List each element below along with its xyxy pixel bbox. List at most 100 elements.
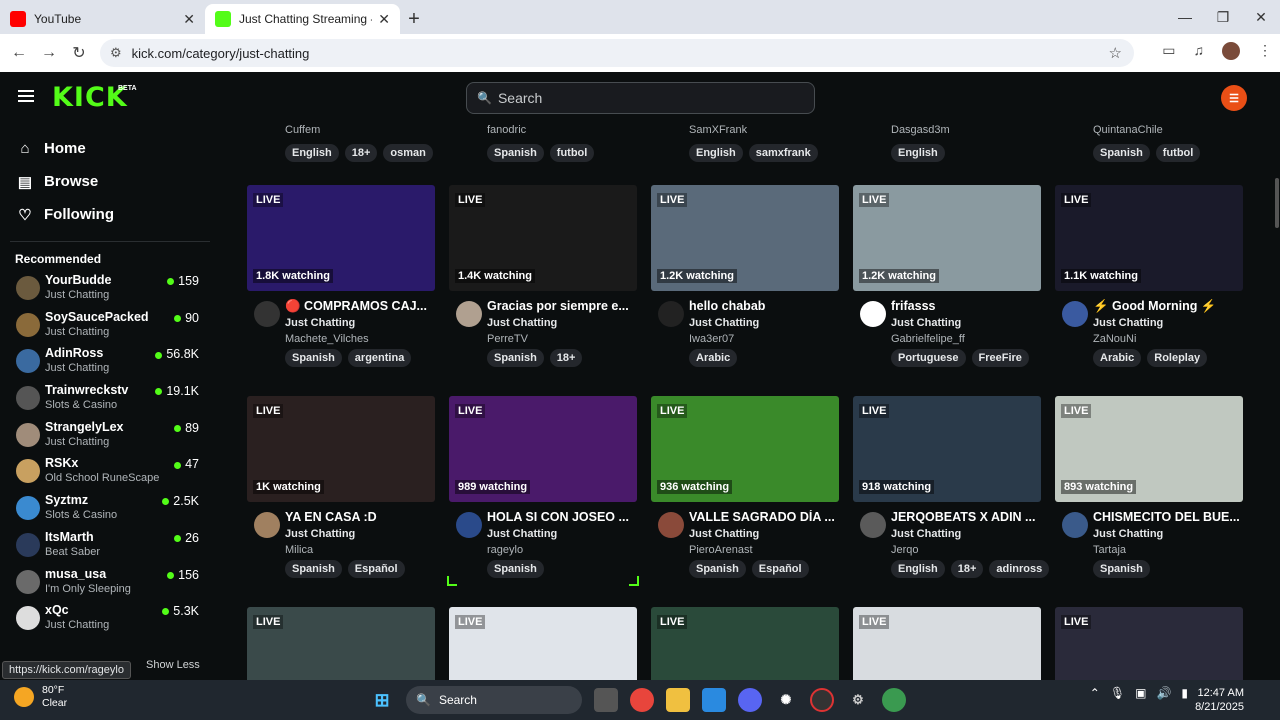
show-less-button[interactable]: Show Less	[146, 659, 200, 671]
stream-card[interactable]: LIVE 1.4K watching Gracias por siempre e.…	[449, 185, 637, 377]
scrollbar-thumb[interactable]	[1275, 178, 1279, 228]
channel-name[interactable]: rageylo	[487, 544, 523, 556]
close-icon[interactable]: ✕	[378, 11, 390, 28]
stream-thumbnail[interactable]: LIVE	[449, 607, 637, 680]
channel-name[interactable]: ZaNouNi	[1093, 333, 1136, 345]
stream-category[interactable]: Just Chatting	[1093, 317, 1163, 329]
stream-thumbnail[interactable]: LIVE	[247, 607, 435, 680]
stream-thumbnail[interactable]: LIVE	[853, 607, 1041, 680]
stream-thumbnail[interactable]: LIVE 1.2K watching	[651, 185, 839, 291]
volume-icon[interactable]: 🔊	[1156, 686, 1171, 700]
sidebar-item-following[interactable]: ♡ Following	[0, 198, 220, 231]
tag[interactable]: 18+	[344, 144, 378, 162]
recommended-channel[interactable]: Syztmz Slots & Casino 2.5K	[0, 492, 220, 529]
avatar[interactable]	[658, 301, 684, 327]
task-view-icon[interactable]	[594, 688, 618, 712]
channel-name[interactable]: Dasgasd3m	[891, 124, 950, 140]
stream-category[interactable]: Just Chatting	[689, 317, 759, 329]
avatar[interactable]	[254, 512, 280, 538]
user-avatar-button[interactable]: ☰	[1221, 85, 1247, 111]
stream-title[interactable]: 🔴 COMPRAMOS CAJ...	[285, 299, 433, 314]
channel-name[interactable]: SamXFrank	[689, 124, 818, 140]
tag[interactable]: Spanish	[487, 349, 544, 367]
close-window-icon[interactable]: ✕	[1242, 0, 1280, 34]
tag[interactable]: Portuguese	[891, 349, 966, 367]
stream-thumbnail[interactable]: LIVE 989 watching	[449, 396, 637, 502]
discord-icon[interactable]	[738, 688, 762, 712]
chatgpt-icon[interactable]: ✺	[774, 688, 798, 712]
channel-name[interactable]: Jerqo	[891, 544, 919, 556]
stream-card-partial[interactable]: SamXFrank English samxfrank	[689, 124, 818, 164]
recommended-channel[interactable]: YourBudde Just Chatting 159	[0, 272, 220, 309]
stream-title[interactable]: HOLA SI CON JOSEO ...	[487, 510, 635, 524]
back-icon[interactable]: ←	[4, 44, 34, 62]
stream-category[interactable]: Just Chatting	[285, 317, 355, 329]
address-bar[interactable]: ⚙ kick.com/category/just-chatting ☆	[100, 39, 1134, 67]
cast-icon[interactable]: ▭	[1162, 42, 1175, 60]
stream-card[interactable]: LIVE	[651, 607, 839, 680]
recording-icon[interactable]	[810, 688, 834, 712]
tag[interactable]: osman	[383, 144, 433, 162]
channel-name[interactable]: PerreTV	[487, 333, 528, 345]
tag[interactable]: FreeFire	[971, 349, 1029, 367]
media-icon[interactable]: ♫	[1194, 42, 1205, 60]
tag[interactable]: English	[285, 144, 339, 162]
tag[interactable]: English	[891, 560, 945, 578]
tag[interactable]: 18+	[549, 349, 583, 367]
recommended-channel[interactable]: ItsMarth Beat Saber 26	[0, 529, 220, 566]
stream-title[interactable]: YA EN CASA :D	[285, 510, 433, 524]
forward-icon[interactable]: →	[34, 44, 64, 62]
stream-thumbnail[interactable]: LIVE 1K watching	[247, 396, 435, 502]
weather-widget[interactable]: 80°F Clear	[14, 684, 67, 710]
tag[interactable]: English	[689, 144, 743, 162]
settings-icon[interactable]: ⚙	[846, 688, 870, 712]
stream-card[interactable]: LIVE	[1055, 607, 1243, 680]
site-info-icon[interactable]: ⚙	[110, 45, 122, 61]
tag[interactable]: Spanish	[1093, 560, 1150, 578]
battery-icon[interactable]: ▮	[1181, 686, 1188, 700]
channel-name[interactable]: Machete_Vilches	[285, 333, 369, 345]
tag[interactable]: Español	[751, 560, 809, 578]
close-icon[interactable]: ✕	[183, 11, 195, 28]
taskbar-clock[interactable]: 12:47 AM 8/21/2025	[1195, 686, 1244, 714]
tag[interactable]: futbol	[1155, 144, 1201, 162]
tag[interactable]: English	[891, 144, 945, 162]
channel-name[interactable]: Cuffem	[285, 124, 433, 140]
kick-logo[interactable]: KICK	[52, 84, 128, 112]
tag[interactable]: Spanish	[487, 560, 544, 578]
recommended-channel[interactable]: AdinRoss Just Chatting 56.8K	[0, 345, 220, 382]
stream-category[interactable]: Just Chatting	[689, 528, 759, 540]
stream-category[interactable]: Just Chatting	[1093, 528, 1163, 540]
channel-name[interactable]: Iwa3er07	[689, 333, 734, 345]
taskbar-search[interactable]: 🔍 Search	[406, 686, 582, 714]
windows-start-icon[interactable]: ⊞	[370, 688, 394, 712]
avatar[interactable]	[456, 301, 482, 327]
tag[interactable]: Spanish	[487, 144, 544, 162]
recommended-channel[interactable]: xQc Just Chatting 5.3K	[0, 602, 220, 639]
recommended-channel[interactable]: RSKx Old School RuneScape 47	[0, 455, 220, 492]
stream-card-partial[interactable]: Dasgasd3m English	[891, 124, 950, 164]
stream-thumbnail[interactable]: LIVE	[651, 607, 839, 680]
recommended-channel[interactable]: SoySaucePacked Just Chatting 90	[0, 309, 220, 346]
stream-thumbnail[interactable]: LIVE 893 watching	[1055, 396, 1243, 502]
stream-title[interactable]: ⚡ Good Morning ⚡	[1093, 299, 1241, 314]
stream-card-partial[interactable]: Cuffem English 18+ osman	[285, 124, 433, 164]
tag[interactable]: Español	[347, 560, 405, 578]
channel-name[interactable]: Gabrielfelipe_ff	[891, 333, 965, 345]
recommended-channel[interactable]: musa_usa I'm Only Sleeping 156	[0, 566, 220, 603]
recommended-channel[interactable]: Trainwreckstv Slots & Casino 19.1K	[0, 382, 220, 419]
sidebar-item-home[interactable]: ⌂ Home	[0, 132, 220, 165]
store-icon[interactable]	[702, 688, 726, 712]
profile-avatar[interactable]	[1222, 42, 1240, 60]
channel-name[interactable]: fanodric	[487, 124, 594, 140]
stream-title[interactable]: VALLE SAGRADO DÍA ...	[689, 510, 837, 524]
channel-name[interactable]: Tartaja	[1093, 544, 1126, 556]
stream-category[interactable]: Just Chatting	[487, 317, 557, 329]
tag[interactable]: 18+	[950, 560, 984, 578]
stream-card[interactable]: LIVE 893 watching CHISMECITO DEL BUE... J…	[1055, 396, 1243, 588]
stream-title[interactable]: hello chabab	[689, 299, 837, 313]
stream-card[interactable]: LIVE 989 watching HOLA SI CON JOSEO ... J…	[449, 396, 637, 588]
stream-title[interactable]: frifasss	[891, 299, 1039, 313]
bookmark-star-icon[interactable]: ☆	[1109, 44, 1122, 62]
reload-icon[interactable]: ↻	[64, 43, 94, 63]
